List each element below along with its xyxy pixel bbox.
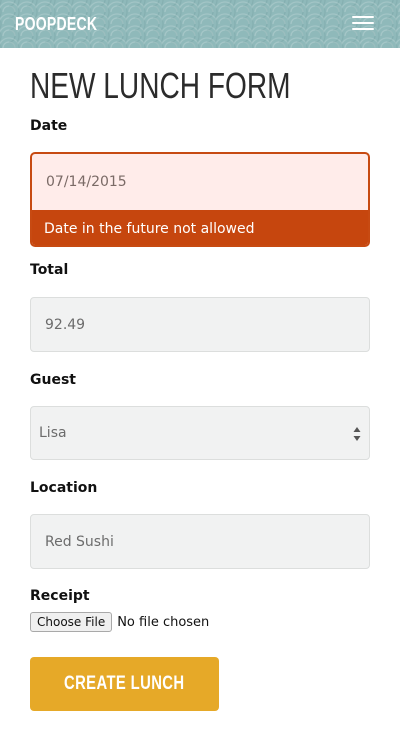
location-label: Location bbox=[30, 480, 98, 496]
page-title: NEW LUNCH FORM bbox=[30, 65, 291, 106]
hamburger-menu-icon[interactable] bbox=[352, 14, 376, 32]
date-field-group: 07/14/2015 Date in the future not allowe… bbox=[30, 152, 370, 247]
receipt-label: Receipt bbox=[30, 588, 90, 604]
menu-bar bbox=[352, 28, 374, 30]
location-input[interactable]: Red Sushi bbox=[30, 514, 370, 569]
select-updown-icon bbox=[353, 427, 361, 441]
date-input[interactable]: 07/14/2015 bbox=[32, 154, 368, 210]
date-label: Date bbox=[30, 118, 68, 134]
receipt-file-input: Choose File No file chosen bbox=[30, 611, 209, 633]
choose-file-button[interactable]: Choose File bbox=[30, 612, 113, 632]
file-status-text: No file chosen bbox=[117, 614, 210, 630]
guest-label: Guest bbox=[30, 372, 76, 388]
brand-logo[interactable]: POOPDECK bbox=[15, 14, 97, 34]
total-label: Total bbox=[30, 262, 69, 278]
menu-bar bbox=[352, 16, 374, 18]
create-lunch-label: CREATE LUNCH bbox=[64, 673, 185, 694]
guest-select[interactable]: Lisa bbox=[30, 406, 370, 460]
create-lunch-button[interactable]: CREATE LUNCH bbox=[30, 657, 219, 711]
menu-bar bbox=[352, 22, 374, 24]
date-error-message: Date in the future not allowed bbox=[32, 210, 368, 245]
navbar: POOPDECK bbox=[0, 0, 400, 48]
total-input[interactable]: 92.49 bbox=[30, 297, 370, 352]
guest-selected-value: Lisa bbox=[39, 425, 67, 441]
